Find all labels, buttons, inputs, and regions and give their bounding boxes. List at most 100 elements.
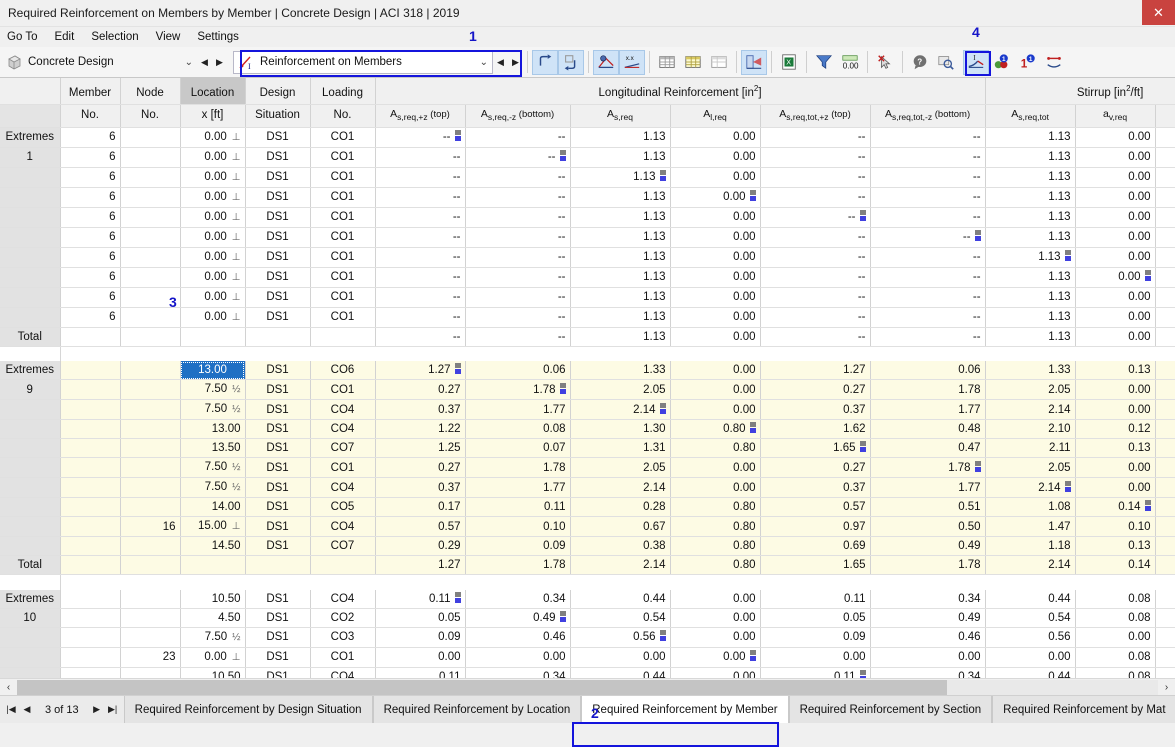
table-row[interactable]: 60.00⊥DS1CO1----1.130.00----1.130.000.00… xyxy=(0,287,1175,307)
table-row[interactable]: 160.00⊥DS1CO1----1.130.00----1.130.000.0… xyxy=(0,147,1175,167)
help-icon[interactable]: ? xyxy=(907,50,933,75)
cell-at_req[interactable]: 0.00 xyxy=(1155,590,1175,609)
cell-as_tot[interactable]: 2.10 xyxy=(985,420,1075,439)
cell-astot_top[interactable]: 0.00 xyxy=(760,647,870,667)
cell-as_bot[interactable]: 1.77 xyxy=(465,478,570,498)
cell-astot_bot[interactable]: -- xyxy=(870,207,985,227)
cell-as_top[interactable]: 0.17 xyxy=(375,498,465,517)
cell-av_req[interactable]: 0.00 xyxy=(1075,247,1155,267)
cell-as_req[interactable]: 1.31 xyxy=(570,439,670,458)
cell-av_req[interactable]: 0.08 xyxy=(1075,608,1155,627)
cell-av_req[interactable]: 0.13 xyxy=(1075,361,1155,380)
cell-member[interactable]: 6 xyxy=(60,167,120,187)
cell-loading[interactable]: CO1 xyxy=(310,267,375,287)
cell-al_req[interactable]: 0.00 xyxy=(670,627,760,647)
table-row[interactable]: Extremes60.00⊥DS1CO1----1.130.00----1.13… xyxy=(0,127,1175,147)
cell-astot_top[interactable]: -- xyxy=(760,167,870,187)
module-prev-button[interactable]: ◀ xyxy=(197,51,212,73)
cell-as_top[interactable]: 0.57 xyxy=(375,517,465,537)
cell-astot_top[interactable]: 1.27 xyxy=(760,361,870,380)
cell-location[interactable]: 0.00⊥ xyxy=(180,247,245,267)
page-last-button[interactable]: ▶| xyxy=(105,704,121,715)
cell-node[interactable] xyxy=(120,498,180,517)
tab-required-reinforcement-by-location[interactable]: Required Reinforcement by Location xyxy=(373,696,582,723)
cell-av_req[interactable]: 0.00 xyxy=(1075,380,1155,400)
cell-member[interactable]: 6 xyxy=(60,287,120,307)
cell-as_bot[interactable]: 1.78 xyxy=(465,458,570,478)
cell-al_req[interactable]: 0.00 xyxy=(670,361,760,380)
cell-as_req[interactable]: 0.67 xyxy=(570,517,670,537)
cell-astot_top[interactable]: -- xyxy=(760,267,870,287)
cell-node[interactable] xyxy=(120,207,180,227)
cell-node[interactable] xyxy=(120,247,180,267)
cell-astot_bot[interactable]: -- xyxy=(870,247,985,267)
cell-at_req[interactable]: 0.00 xyxy=(1155,478,1175,498)
cell-loading[interactable]: CO6 xyxy=(310,361,375,380)
cell-as_tot[interactable]: 1.13 xyxy=(985,127,1075,147)
cell-astot_top[interactable]: 0.27 xyxy=(760,380,870,400)
cell-av_req[interactable]: 0.00 xyxy=(1075,307,1155,327)
table-row[interactable]: 1615.00⊥DS1CO40.570.100.670.800.970.501.… xyxy=(0,517,1175,537)
cell-as_req[interactable]: 2.05 xyxy=(570,458,670,478)
cell-as_req[interactable]: 1.13 xyxy=(570,147,670,167)
cell-av_req[interactable]: 0.14 xyxy=(1075,498,1155,517)
cell-at_req[interactable]: 0.00 xyxy=(1155,380,1175,400)
cell-as_top[interactable]: 0.37 xyxy=(375,478,465,498)
cell-astot_top[interactable]: 0.37 xyxy=(760,478,870,498)
cell-at_req[interactable]: 0.00 xyxy=(1155,307,1175,327)
column-header-as_top[interactable]: As,req,+z (top) xyxy=(375,104,465,127)
cell-as_bot[interactable]: -- xyxy=(465,227,570,247)
cell-design[interactable]: DS1 xyxy=(245,287,310,307)
scrollbar-track[interactable] xyxy=(17,680,1158,695)
cell-as_req[interactable]: 1.13 xyxy=(570,127,670,147)
cell-al_req[interactable]: 0.00 xyxy=(670,590,760,609)
column-header-av_req[interactable]: av,req xyxy=(1075,104,1155,127)
cell-at_req[interactable]: 0.00 xyxy=(1155,127,1175,147)
cell-at_req[interactable]: 0.00 xyxy=(1155,247,1175,267)
cell-al_req[interactable]: 0.00 xyxy=(670,247,760,267)
column-header-astot_top[interactable]: As,req,tot,+z (top) xyxy=(760,104,870,127)
cell-at_req[interactable]: 0.06 xyxy=(1155,420,1175,439)
cell-at_req[interactable]: 0.00 xyxy=(1155,227,1175,247)
cell-loading[interactable]: CO1 xyxy=(310,187,375,207)
cell-node[interactable] xyxy=(120,667,180,678)
cell-av_req[interactable]: 0.00 xyxy=(1075,187,1155,207)
chevron-down-icon[interactable]: ⌄ xyxy=(185,57,193,68)
cell-member[interactable]: 6 xyxy=(60,187,120,207)
close-button[interactable]: ✕ xyxy=(1142,0,1175,25)
cell-astot_bot[interactable]: 1.77 xyxy=(870,478,985,498)
cell-member[interactable]: 6 xyxy=(60,267,120,287)
cell-astot_top[interactable]: 0.97 xyxy=(760,517,870,537)
cell-location[interactable]: 15.00⊥ xyxy=(180,517,245,537)
cell-astot_bot[interactable]: -- xyxy=(870,147,985,167)
cell-design[interactable]: DS1 xyxy=(245,400,310,420)
cell-as_top[interactable]: -- xyxy=(375,247,465,267)
cell-al_req[interactable]: 0.00 xyxy=(670,227,760,247)
cell-member[interactable]: 6 xyxy=(60,247,120,267)
cell-as_req[interactable]: 1.30 xyxy=(570,420,670,439)
cell-node[interactable] xyxy=(120,287,180,307)
column-header-loading[interactable]: No. xyxy=(310,104,375,127)
cell-node[interactable] xyxy=(120,187,180,207)
table-row[interactable]: Extremes13.00DS1CO61.270.061.330.001.270… xyxy=(0,361,1175,380)
cell-loading[interactable]: CO4 xyxy=(310,667,375,678)
cell-as_bot[interactable]: -- xyxy=(465,267,570,287)
cell-at_req[interactable]: 0.00 xyxy=(1155,361,1175,380)
cell-location[interactable]: 0.00⊥ xyxy=(180,227,245,247)
cell-member[interactable] xyxy=(60,361,120,380)
tab-required-reinforcement-by-member[interactable]: Required Reinforcement by Member xyxy=(581,696,788,723)
cell-as_bot[interactable]: -- xyxy=(465,207,570,227)
cell-as_bot[interactable]: -- xyxy=(465,187,570,207)
filter-icon[interactable] xyxy=(811,50,837,75)
cell-loading[interactable]: CO7 xyxy=(310,537,375,556)
diagram-icon[interactable] xyxy=(1041,50,1067,75)
cell-astot_bot[interactable]: 0.50 xyxy=(870,517,985,537)
cell-as_req[interactable]: 1.13 xyxy=(570,167,670,187)
tab-required-reinforcement-by-mat[interactable]: Required Reinforcement by Mat xyxy=(992,696,1175,723)
column-header-as_req[interactable]: As,req xyxy=(570,104,670,127)
cell-astot_bot[interactable]: -- xyxy=(870,127,985,147)
cell-al_req[interactable]: 0.00 xyxy=(670,187,760,207)
column-header-location[interactable]: x [ft] xyxy=(180,104,245,127)
table-next-button[interactable]: ▶ xyxy=(508,51,523,73)
cell-astot_bot[interactable]: 0.51 xyxy=(870,498,985,517)
